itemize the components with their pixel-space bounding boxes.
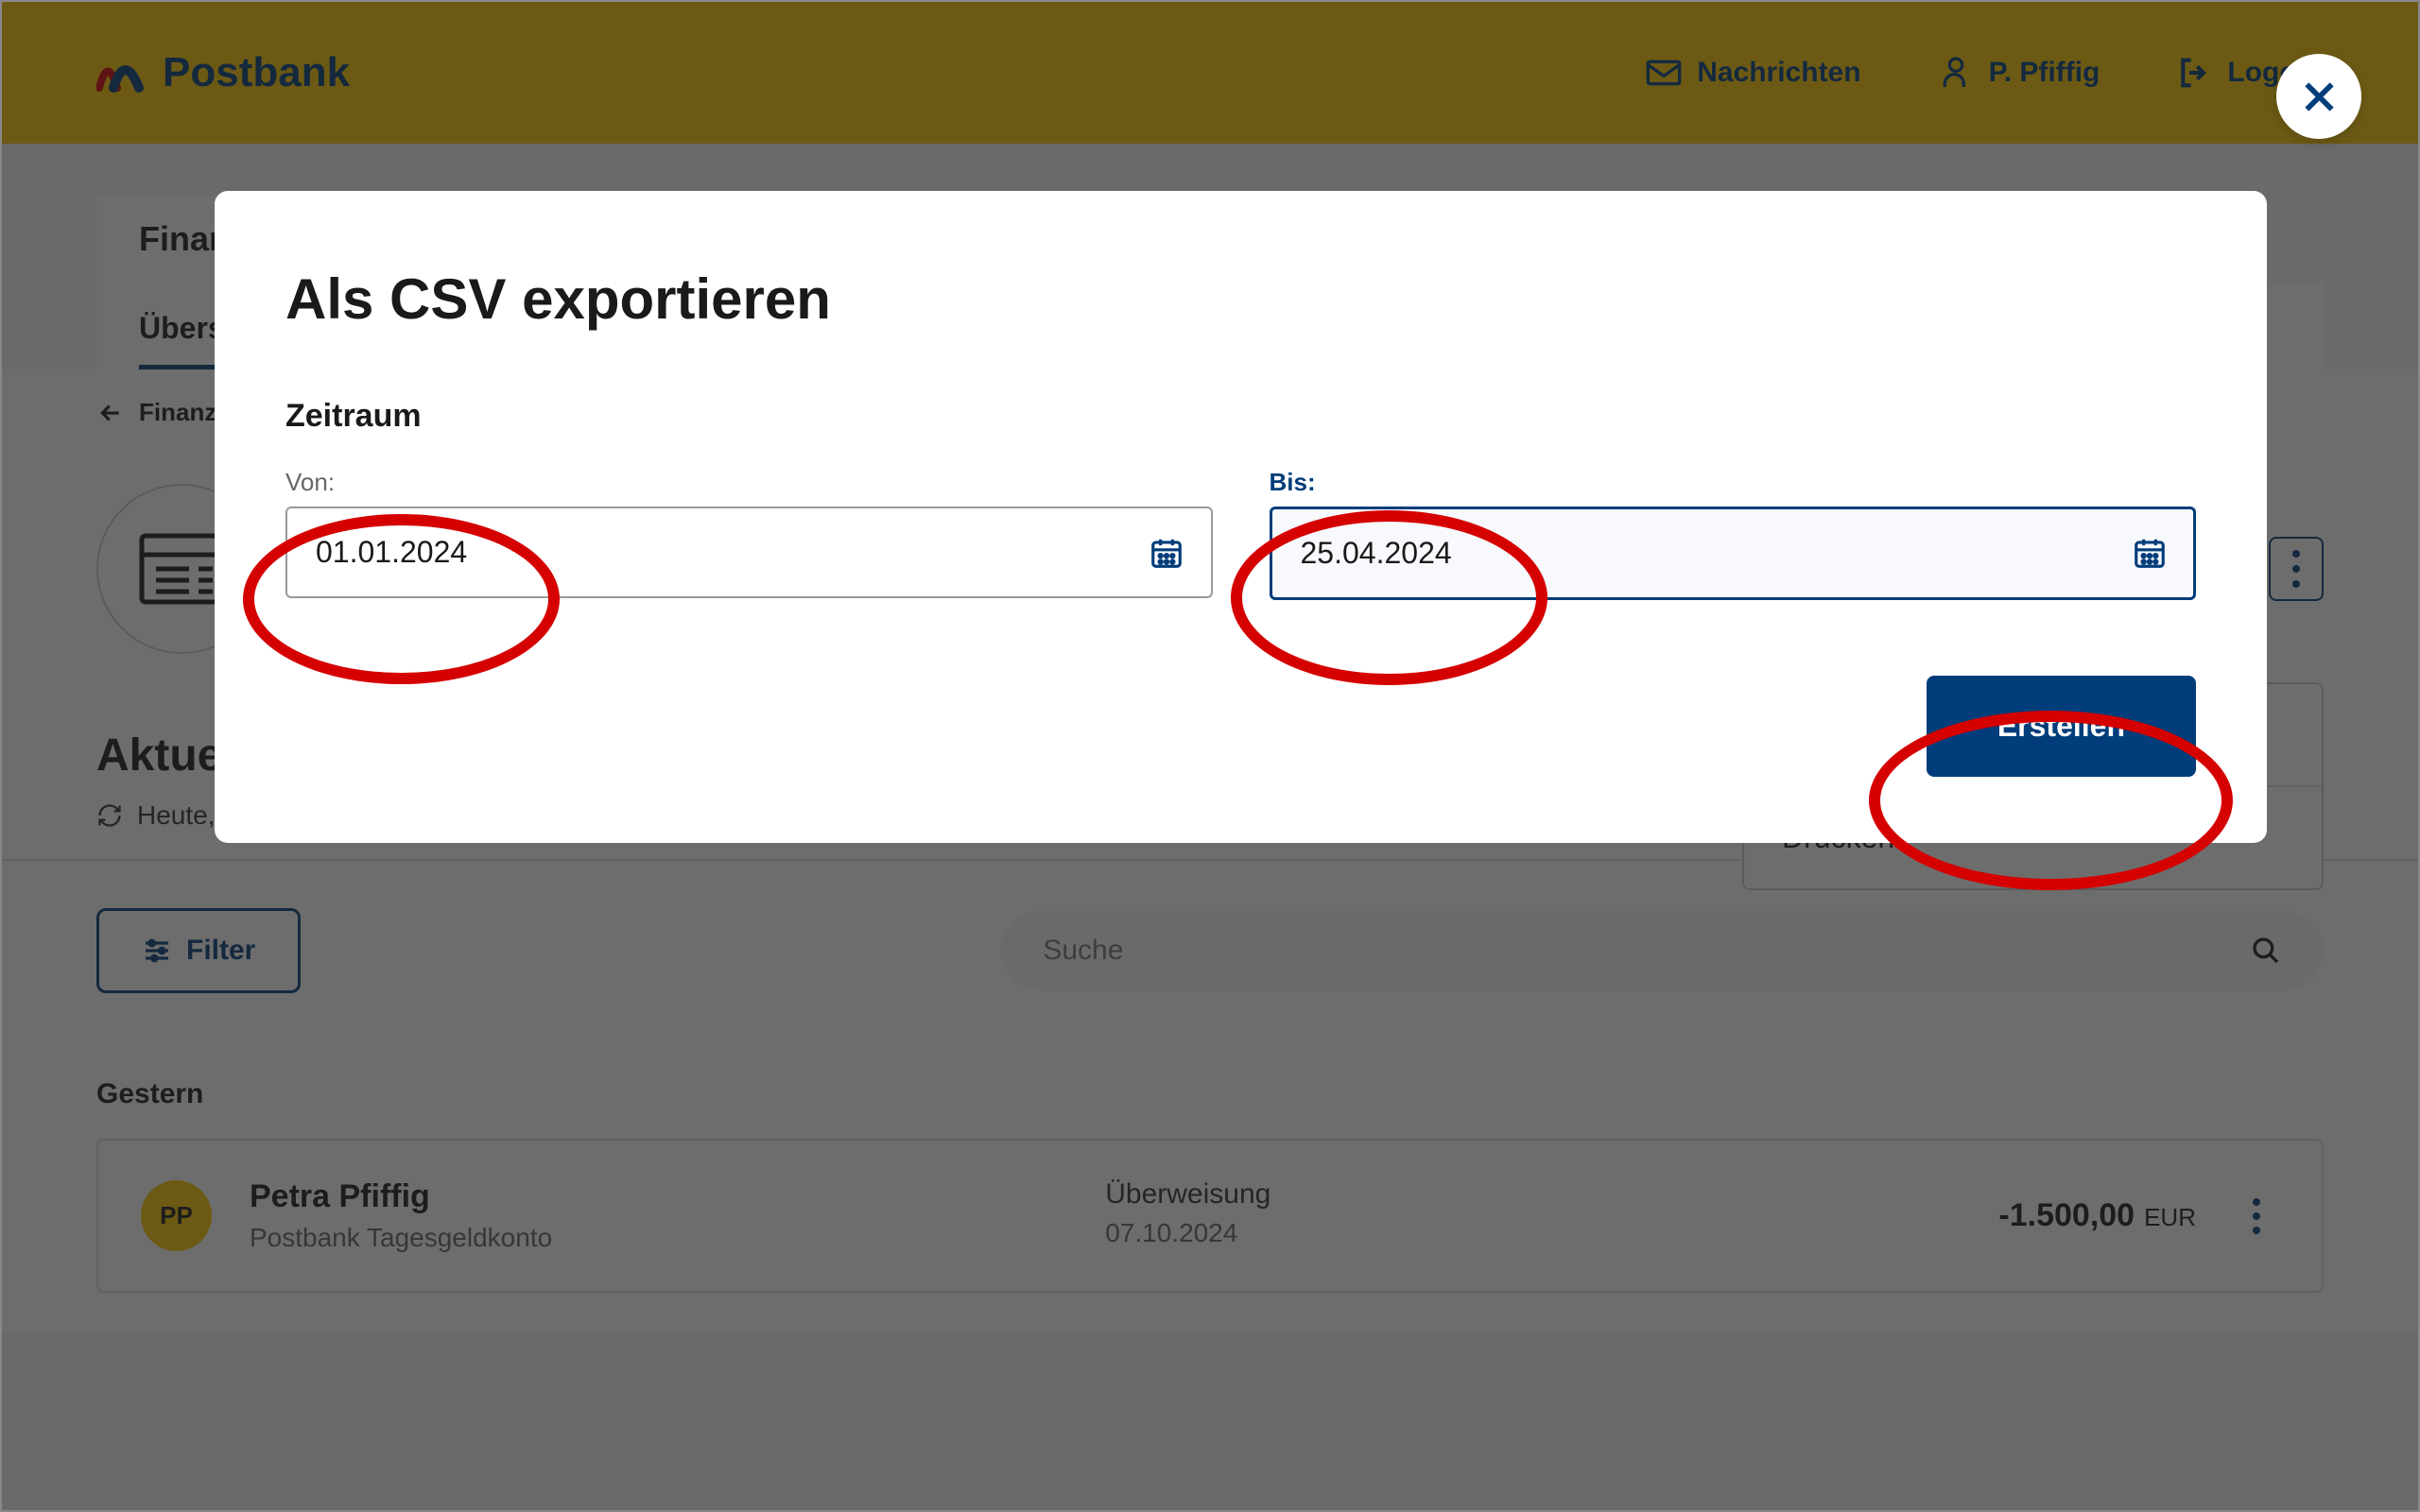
modal-section-label: Zeitraum xyxy=(285,398,2196,435)
csv-export-modal: Als CSV exportieren Zeitraum Von: Bis: xyxy=(215,191,2267,843)
to-label: Bis: xyxy=(1270,468,2197,497)
close-icon xyxy=(2298,76,2341,118)
modal-title: Als CSV exportieren xyxy=(285,266,2196,332)
to-date-input[interactable] xyxy=(1270,507,2197,600)
calendar-icon[interactable] xyxy=(2132,535,2168,576)
close-button[interactable] xyxy=(2276,54,2361,139)
from-date-input[interactable] xyxy=(285,507,1213,598)
calendar-icon[interactable] xyxy=(1149,535,1184,576)
create-button[interactable]: Erstellen xyxy=(1927,676,2196,777)
from-label: Von: xyxy=(285,468,1213,497)
